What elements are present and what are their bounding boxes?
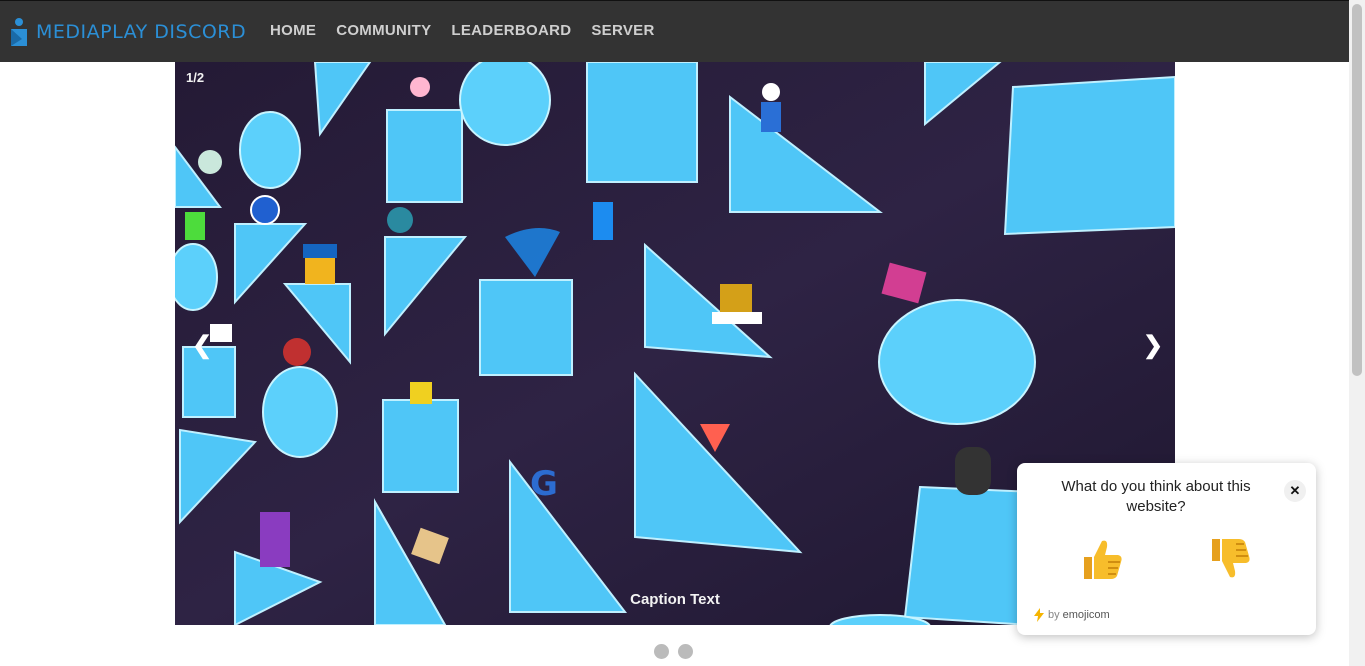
feedback-question: What do you think about this website?	[1061, 478, 1251, 515]
slide-dot-1[interactable]	[654, 644, 669, 659]
nav-community[interactable]: COMMUNITY	[336, 22, 431, 39]
slide-dot-2[interactable]	[678, 644, 693, 659]
feedback-credit[interactable]: by emojicom	[1033, 608, 1110, 622]
nav-server[interactable]: SERVER	[591, 22, 654, 39]
credit-by: by	[1048, 609, 1060, 621]
page-scrollbar[interactable]	[1349, 0, 1365, 666]
thumbs-down-icon[interactable]	[1206, 535, 1254, 583]
scroll-thumb[interactable]	[1352, 4, 1362, 376]
brand-logo[interactable]: MEDIAPLAY DISCORD	[10, 17, 246, 47]
brand-name: MEDIAPLAY DISCORD	[36, 21, 247, 43]
nav-home[interactable]: HOME	[270, 22, 316, 39]
thumbs-up-icon[interactable]	[1078, 535, 1126, 583]
feedback-widget: What do you think about this website? ✕ …	[1017, 463, 1316, 635]
credit-brand: emojicom	[1062, 609, 1110, 621]
nav-leaderboard[interactable]: LEADERBOARD	[451, 22, 571, 39]
lightning-icon	[1034, 608, 1044, 622]
slide-counter: 1/2	[186, 70, 205, 85]
svg-text:G: G	[530, 464, 558, 504]
next-slide-button[interactable]: ❯	[1143, 334, 1163, 358]
navbar: MEDIAPLAY DISCORD HOME COMMUNITY LEADERB…	[0, 0, 1349, 62]
prev-slide-button[interactable]: ❮	[192, 334, 212, 358]
slide-dots	[654, 644, 693, 659]
close-icon[interactable]: ✕	[1284, 480, 1306, 502]
nav-links: HOME COMMUNITY LEADERBOARD SERVER	[270, 22, 655, 39]
brand-person-icon	[10, 17, 28, 47]
